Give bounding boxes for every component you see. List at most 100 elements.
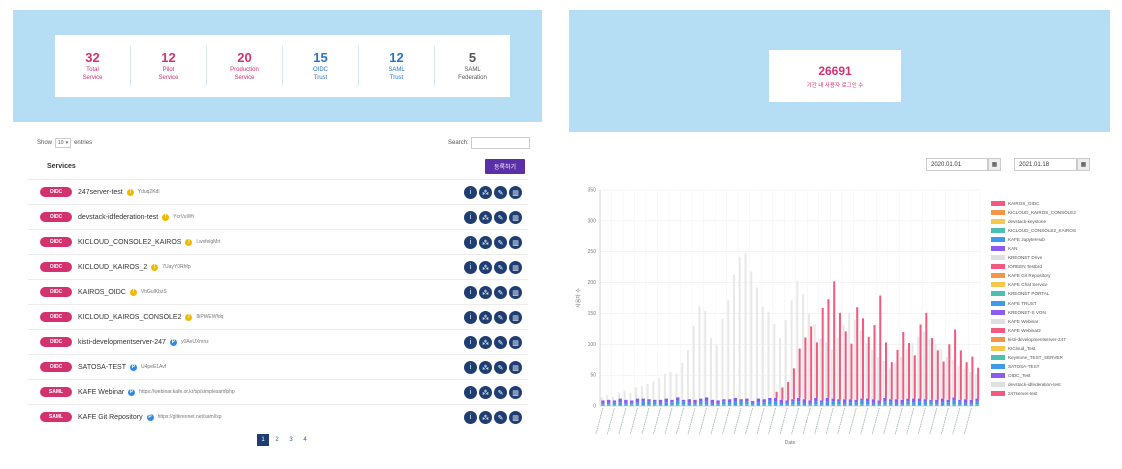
- legend-item[interactable]: devstack-idfederation-test: [991, 380, 1116, 389]
- trash-icon[interactable]: ▥: [509, 361, 522, 374]
- chart-bar: [819, 338, 822, 401]
- sitemap-icon[interactable]: ⁂: [479, 186, 492, 199]
- legend-item[interactable]: KREONET-S VON: [991, 308, 1116, 317]
- legend-item[interactable]: KAIROS_OIDC: [991, 199, 1116, 208]
- entries-select[interactable]: 10 ▾: [55, 138, 72, 148]
- edit-icon[interactable]: ✎: [494, 386, 507, 399]
- search-input[interactable]: [471, 137, 530, 149]
- legend-item[interactable]: SATOSA-TEST: [991, 362, 1116, 371]
- legend-item[interactable]: KREONET PORTAL: [991, 289, 1116, 298]
- table-row[interactable]: OIDC KICLOUD_CONSOLE2_KAIROS ! l.wxfelgM…: [28, 229, 528, 254]
- legend-item[interactable]: devstack-keystone: [991, 217, 1116, 226]
- service-name[interactable]: KAFE Webinar: [78, 389, 124, 396]
- sitemap-icon[interactable]: ⁂: [479, 211, 492, 224]
- chart-bar: [709, 338, 712, 400]
- table-row[interactable]: OIDC kisti-developmentserver-247 P y0AeU…: [28, 329, 528, 354]
- legend-item[interactable]: Keystone_TEST_SERVER: [991, 353, 1116, 362]
- info-icon[interactable]: i: [464, 361, 477, 374]
- info-icon[interactable]: i: [464, 286, 477, 299]
- info-icon[interactable]: i: [464, 386, 477, 399]
- legend-item[interactable]: KAFE Chat Service: [991, 280, 1116, 289]
- sitemap-icon[interactable]: ⁂: [479, 386, 492, 399]
- calendar-icon[interactable]: ▦: [1077, 158, 1090, 171]
- table-row[interactable]: OIDC KAIROS_OIDC ! VhGulKbzS i ⁂ ✎ ▥: [28, 279, 528, 304]
- sitemap-icon[interactable]: ⁂: [479, 236, 492, 249]
- service-name[interactable]: devstack-idfederation-test: [78, 214, 158, 221]
- service-name[interactable]: KAFE Git Repository: [78, 414, 143, 421]
- legend-item[interactable]: IOREEN Testbrd: [991, 262, 1116, 271]
- legend-item[interactable]: KICLOUD_KAIROS_CONSOLE2: [991, 208, 1116, 217]
- trash-icon[interactable]: ▥: [509, 386, 522, 399]
- table-row[interactable]: OIDC 247server-test ! Yduq2Kdl i ⁂ ✎ ▥: [28, 179, 528, 204]
- edit-icon[interactable]: ✎: [494, 236, 507, 249]
- sitemap-icon[interactable]: ⁂: [479, 411, 492, 424]
- legend-item[interactable]: KICLOUD_CONSOLE2_KAIROS: [991, 226, 1116, 235]
- info-icon[interactable]: i: [464, 211, 477, 224]
- page-button[interactable]: 2: [271, 434, 283, 446]
- table-row[interactable]: OIDC KICLOUD_KAIROS_CONSOLE2 ! 8iPWEWfdq…: [28, 304, 528, 329]
- legend-item[interactable]: KAFE TRUST: [991, 299, 1116, 308]
- legend-item[interactable]: 247server-test: [991, 389, 1116, 398]
- legend-item[interactable]: KICloud_Test: [991, 344, 1116, 353]
- x-tick-label: [894, 407, 903, 435]
- edit-icon[interactable]: ✎: [494, 336, 507, 349]
- table-row[interactable]: OIDC devstack-idfederation-test ! YcrVuW…: [28, 204, 528, 229]
- chart-bar: [762, 399, 766, 403]
- trash-icon[interactable]: ▥: [509, 211, 522, 224]
- service-name[interactable]: 247server-test: [78, 189, 123, 196]
- sitemap-icon[interactable]: ⁂: [479, 311, 492, 324]
- service-name[interactable]: KICLOUD_KAIROS_CONSOLE2: [78, 314, 181, 321]
- legend-item[interactable]: KAFE Git Repository: [991, 271, 1116, 280]
- legend-item[interactable]: kisti-developmentserver-247: [991, 335, 1116, 344]
- legend-item[interactable]: KREONET Drive: [991, 253, 1116, 262]
- page-button[interactable]: 4: [299, 434, 311, 446]
- info-icon[interactable]: i: [464, 186, 477, 199]
- page-button[interactable]: 1: [257, 434, 269, 446]
- legend-item[interactable]: OIDC_Test: [991, 371, 1116, 380]
- trash-icon[interactable]: ▥: [509, 336, 522, 349]
- edit-icon[interactable]: ✎: [494, 411, 507, 424]
- sitemap-icon[interactable]: ⁂: [479, 261, 492, 274]
- service-name[interactable]: KAIROS_OIDC: [78, 289, 126, 296]
- legend-item[interactable]: KAFE JupyterHub: [991, 235, 1116, 244]
- info-icon[interactable]: i: [464, 311, 477, 324]
- trash-icon[interactable]: ▥: [509, 186, 522, 199]
- trash-icon[interactable]: ▥: [509, 411, 522, 424]
- edit-icon[interactable]: ✎: [494, 186, 507, 199]
- table-row[interactable]: SAML KAFE Webinar P https://webinar.kafe…: [28, 379, 528, 404]
- legend-item[interactable]: KAN: [991, 244, 1116, 253]
- trash-icon[interactable]: ▥: [509, 236, 522, 249]
- info-icon[interactable]: i: [464, 261, 477, 274]
- service-name[interactable]: KICLOUD_CONSOLE2_KAIROS: [78, 239, 181, 246]
- trash-icon[interactable]: ▥: [509, 261, 522, 274]
- sitemap-icon[interactable]: ⁂: [479, 286, 492, 299]
- register-button[interactable]: 등록하기: [485, 159, 525, 174]
- chart-bar: [821, 307, 824, 401]
- table-row[interactable]: OIDC KICLOUD_KAIROS_2 ! 7UayY0Rhfp i ⁂ ✎…: [28, 254, 528, 279]
- edit-icon[interactable]: ✎: [494, 261, 507, 274]
- edit-icon[interactable]: ✎: [494, 311, 507, 324]
- info-icon[interactable]: i: [464, 411, 477, 424]
- table-row[interactable]: OIDC SATOSA-TEST P U4peE1Avf i ⁂ ✎ ▥: [28, 354, 528, 379]
- chart-bar: [836, 337, 839, 400]
- table-row[interactable]: SAML KAFE Git Repository P https://gitkr…: [28, 404, 528, 429]
- calendar-icon[interactable]: ▦: [988, 158, 1001, 171]
- page-button[interactable]: 3: [285, 434, 297, 446]
- service-name[interactable]: KICLOUD_KAIROS_2: [78, 264, 147, 271]
- trash-icon[interactable]: ▥: [509, 311, 522, 324]
- edit-icon[interactable]: ✎: [494, 286, 507, 299]
- sitemap-icon[interactable]: ⁂: [479, 336, 492, 349]
- legend-item[interactable]: KAFE Webinar2: [991, 326, 1116, 335]
- sitemap-icon[interactable]: ⁂: [479, 361, 492, 374]
- start-date-input[interactable]: 2020.01.01: [926, 158, 988, 171]
- trash-icon[interactable]: ▥: [509, 286, 522, 299]
- service-name[interactable]: SATOSA-TEST: [78, 364, 126, 371]
- legend-item[interactable]: KAFE Webinar: [991, 317, 1116, 326]
- edit-icon[interactable]: ✎: [494, 211, 507, 224]
- service-name[interactable]: kisti-developmentserver-247: [78, 339, 166, 346]
- chart-bar: [975, 401, 979, 405]
- info-icon[interactable]: i: [464, 336, 477, 349]
- info-icon[interactable]: i: [464, 236, 477, 249]
- end-date-input[interactable]: 2021.01.18: [1014, 158, 1077, 171]
- edit-icon[interactable]: ✎: [494, 361, 507, 374]
